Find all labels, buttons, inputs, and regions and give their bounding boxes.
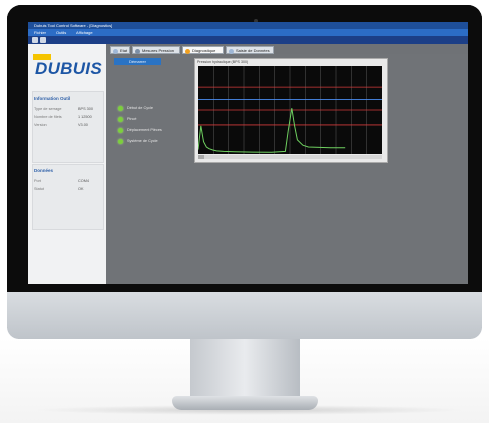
scrollbar-thumb[interactable] [198,155,204,159]
info-label: Type de serrage [34,107,62,111]
tab-label: Saisie de Données [236,48,270,53]
data-panel [32,164,104,230]
info-label: Version [34,123,47,127]
info-value: BPS 300 [78,107,93,111]
chart-scrollbar[interactable] [198,155,382,159]
pressure-chart: Pression hydraulique (BPS 300) [194,58,388,163]
tab-label: Etat [120,48,128,53]
status-led-icon [118,128,123,133]
chart-title: Pression hydraulique (BPS 300) [197,60,249,64]
info-value: V3.00 [78,123,88,127]
window-title: Dubuis Tool Control Software - [Diagnost… [34,23,113,28]
tab-label: Mesures Pression [142,48,175,53]
menu-file[interactable]: Fichier [34,29,46,36]
monitor-base [172,396,318,410]
logo-text: DUBUIS [35,59,102,78]
status-label: Pincé [127,117,137,121]
menu-bar: Fichier Outils Affichage [28,29,468,36]
plot-area [198,66,382,154]
info-label: Nombre de filets [34,115,62,119]
info-value: OK [78,187,84,191]
dubuis-logo: DUBUIS [33,54,102,78]
status-led-icon [118,139,123,144]
monitor-chin [7,292,482,339]
pressure-series-line [198,108,346,153]
info-label: Statut [34,187,44,191]
info-label: Port [34,179,41,183]
tool-info-heading: Information Outil [34,96,71,101]
tab-diagnostique[interactable]: Diagnostique [182,46,224,54]
database-icon [229,48,234,54]
wrench-icon [135,48,140,54]
tab-saisie[interactable]: Saisie de Données [226,46,274,54]
refresh-icon[interactable] [40,37,46,43]
screen: Dubuis Tool Control Software - [Diagnost… [28,22,468,284]
start-button[interactable]: Démarrer [114,58,161,65]
status-led-icon [118,106,123,111]
status-label: Système de Cycle [127,139,158,143]
tab-bar: Etat Mesures Pression Diagnostique Saisi… [106,45,468,54]
main-area: Etat Mesures Pression Diagnostique Saisi… [106,44,468,284]
tab-label: Diagnostique [192,48,216,53]
diagnostics-panel: Démarrer Début de Cycle Pincé Déplacemen… [106,54,468,284]
menu-tools[interactable]: Outils [56,29,66,36]
data-heading: Données [34,168,54,173]
open-icon[interactable] [32,37,38,43]
status-label: Déplacement Pièces [127,128,162,132]
status-led-icon [118,117,123,122]
title-bar: Dubuis Tool Control Software - [Diagnost… [28,22,468,29]
info-icon [113,48,118,54]
warning-icon [185,48,190,54]
tab-etat[interactable]: Etat [110,46,130,54]
menu-view[interactable]: Affichage [76,29,93,36]
status-label: Début de Cycle [127,106,153,110]
info-value: COM4 [78,179,89,183]
info-value: 1 12500 [78,115,92,119]
tool-info-panel [32,91,104,163]
sidebar: DUBUIS Information Outil Type de serrage… [28,44,106,284]
tab-mesures[interactable]: Mesures Pression [132,46,180,54]
monitor-stand [190,339,300,399]
toolbar [28,36,468,44]
